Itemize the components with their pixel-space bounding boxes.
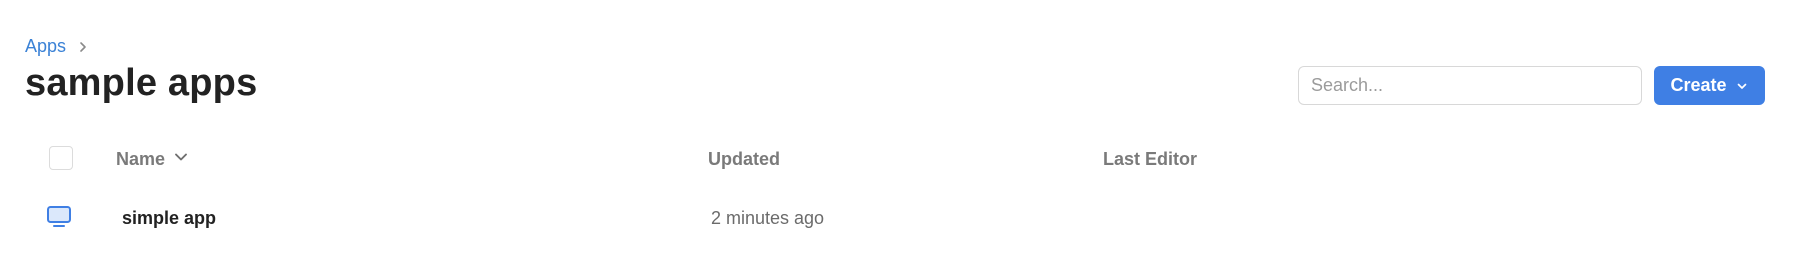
table-header: Name Updated Last Editor xyxy=(0,146,1800,174)
app-updated: 2 minutes ago xyxy=(711,208,825,228)
app-name[interactable]: simple app xyxy=(122,208,216,229)
table-row[interactable]: simple app 2 minutes ago xyxy=(0,200,1800,236)
create-button[interactable]: Create xyxy=(1654,66,1765,105)
search-input[interactable] xyxy=(1298,66,1642,105)
page-title: sample apps xyxy=(25,62,258,104)
monitor-icon xyxy=(46,205,72,229)
column-header-updated[interactable]: Updated xyxy=(708,149,780,170)
breadcrumb-apps-link[interactable]: Apps xyxy=(25,36,66,57)
search-container xyxy=(1298,66,1642,105)
column-header-last-editor-label: Last Editor xyxy=(1103,149,1198,169)
column-header-name-label: Name xyxy=(116,149,166,169)
create-button-label: Create xyxy=(1670,75,1727,95)
column-header-updated-label: Updated xyxy=(708,149,780,169)
chevron-right-icon xyxy=(76,40,90,54)
chevron-down-icon xyxy=(1735,79,1749,93)
column-header-name[interactable]: Name xyxy=(116,149,189,170)
select-all-checkbox[interactable] xyxy=(49,146,73,170)
column-header-last-editor[interactable]: Last Editor xyxy=(1103,149,1197,170)
sort-chevron-down-icon xyxy=(173,149,189,170)
breadcrumb: Apps xyxy=(25,36,90,57)
